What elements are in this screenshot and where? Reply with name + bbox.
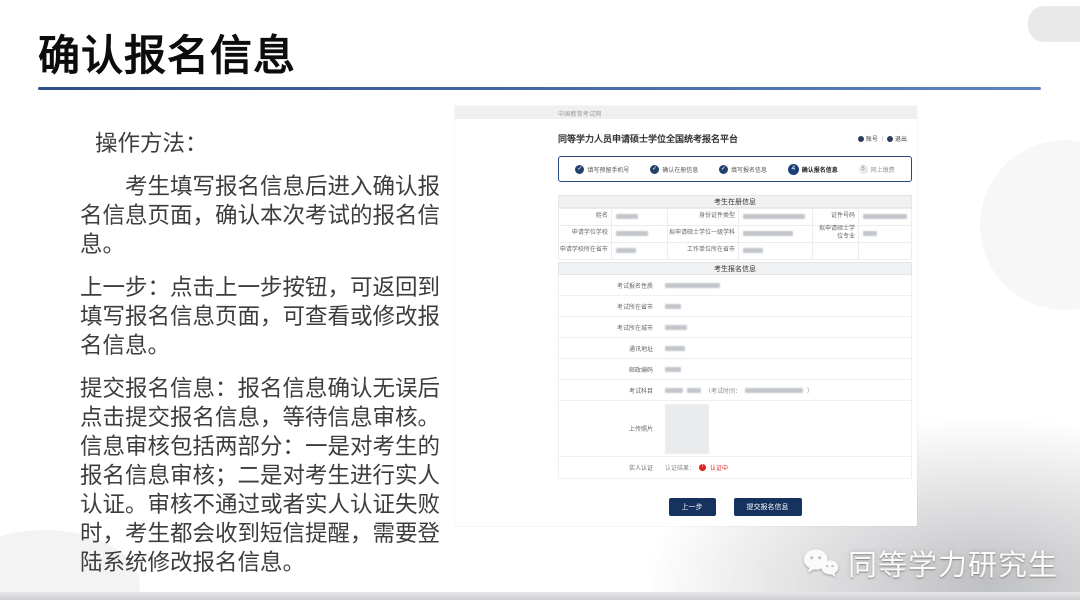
form-row: 考试所在城市 — [558, 317, 912, 338]
background-corner-shape — [1028, 6, 1080, 42]
logout-label: 退出 — [895, 134, 907, 143]
form-row: 考试报名性质 — [558, 275, 912, 296]
wechat-icon — [802, 548, 840, 578]
redacted-value — [665, 346, 685, 351]
wizard-stepper: ✓ 填写预留手机号 ✓ 确认在册信息 ✓ 填写报名信息 4 确认报名信息 5 网… — [558, 156, 912, 182]
table-row: 申请学校所在省市 工作单位所在省市 — [559, 243, 912, 260]
redacted-value — [665, 304, 681, 309]
registered-info-table: 姓名 身份证件类型 证件号码 申请学位学校 拟申请硕士学位一级学科 拟申请硕士学… — [558, 208, 912, 260]
platform-screenshot: 中国教育考试网 同等学力人员申请硕士学位全国统考报名平台 账号 | 退出 ✓ 填… — [455, 106, 917, 526]
redacted-value — [665, 325, 687, 330]
form-buttons: 上一步 提交报名信息 — [558, 498, 912, 516]
check-icon: ✓ — [650, 165, 659, 174]
title-underline — [38, 87, 1041, 90]
account-label: 账号 — [866, 134, 878, 143]
step-2[interactable]: ✓ 确认在册信息 — [650, 165, 698, 174]
logout-button[interactable]: 退出 — [887, 134, 907, 143]
alert-icon: ! — [699, 464, 706, 471]
auth-result-label: 认证结果： — [665, 463, 695, 472]
section-title: 考生在册信息 — [558, 195, 912, 208]
slide: 确认报名信息 操作方法： 考生填写报名信息后进入确认报名信息页面，确认本次考试的… — [0, 0, 1080, 600]
redacted-value — [665, 388, 683, 393]
form-row-auth: 实人认证 认证结果： ! 认证中 — [558, 457, 912, 479]
page-title: 确认报名信息 — [38, 22, 296, 83]
form-row: 通讯地址 — [558, 338, 912, 359]
watermark: 同等学力研究生 — [802, 542, 1058, 584]
redacted-value — [616, 231, 648, 236]
exam-time-prefix: （考试时间： — [705, 386, 741, 395]
platform-title: 同等学力人员申请硕士学位全国统考报名平台 — [558, 132, 738, 145]
redacted-value — [745, 388, 803, 393]
header-actions: 账号 | 退出 — [858, 134, 907, 143]
instruction-heading: 操作方法： — [80, 129, 460, 158]
redacted-value — [665, 283, 720, 288]
watermark-text: 同等学力研究生 — [848, 542, 1058, 584]
redacted-value — [863, 231, 877, 236]
table-row: 姓名 身份证件类型 证件号码 — [559, 209, 912, 226]
step-1[interactable]: ✓ 填写预留手机号 — [575, 165, 629, 174]
redacted-value — [616, 248, 636, 253]
slide-bottom-edge — [0, 592, 1080, 600]
redacted-value — [665, 367, 681, 372]
user-icon — [858, 136, 864, 142]
submit-registration-button[interactable]: 提交报名信息 — [734, 498, 802, 516]
check-icon: ✓ — [719, 165, 728, 174]
site-topbar: 中国教育考试网 — [455, 106, 917, 119]
redacted-value — [616, 214, 638, 219]
instruction-para-3: 提交报名信息：报名信息确认无误后点击提交报名信息，等待信息审核。信息审核包括两部… — [80, 374, 460, 577]
form-row-photo: 上传照片 — [558, 401, 912, 457]
redacted-value — [743, 248, 763, 253]
step-number: 5 — [859, 165, 868, 174]
form-row: 考试所在省市 — [558, 296, 912, 317]
redacted-value — [863, 214, 907, 219]
step-3[interactable]: ✓ 填写报名信息 — [719, 165, 767, 174]
form-row-exam-subject: 考试科目 （考试时间： ） — [558, 380, 912, 401]
redacted-value — [687, 388, 701, 393]
section-title: 考生报名信息 — [558, 262, 912, 275]
step-number: 4 — [788, 164, 799, 175]
table-row: 申请学位学校 拟申请硕士学位一级学科 拟申请硕士学位专业 — [559, 226, 912, 243]
instruction-para-1: 考生填写报名信息后进入确认报名信息页面，确认本次考试的报名信息。 — [80, 172, 460, 259]
instruction-text: 操作方法： 考生填写报名信息后进入确认报名信息页面，确认本次考试的报名信息。 上… — [80, 129, 460, 577]
redacted-value — [743, 214, 805, 219]
logout-icon — [887, 136, 893, 142]
auth-status: 认证中 — [710, 463, 728, 472]
check-icon: ✓ — [575, 165, 584, 174]
registered-info-section: 考生在册信息 姓名 身份证件类型 证件号码 申请学位学校 拟申请硕士学位一级学科… — [558, 195, 912, 260]
account-button[interactable]: 账号 — [858, 134, 878, 143]
redacted-value — [743, 231, 793, 236]
step-5[interactable]: 5 网上缴费 — [859, 165, 895, 174]
uploaded-photo — [665, 404, 709, 454]
step-4-current[interactable]: 4 确认报名信息 — [788, 164, 838, 175]
site-name: 中国教育考试网 — [558, 109, 601, 118]
previous-step-button[interactable]: 上一步 — [669, 498, 716, 516]
exam-time-suffix: ） — [807, 386, 813, 395]
registration-info-section: 考生报名信息 考试报名性质 考试所在省市 考试所在城市 通讯地址 邮政编码 — [558, 262, 912, 479]
separator: | — [882, 136, 884, 142]
form-row: 邮政编码 — [558, 359, 912, 380]
instruction-para-2: 上一步：点击上一步按钮，可返回到填写报名信息页面，可查看或修改报名信息。 — [80, 273, 460, 360]
background-blob — [980, 140, 1080, 310]
